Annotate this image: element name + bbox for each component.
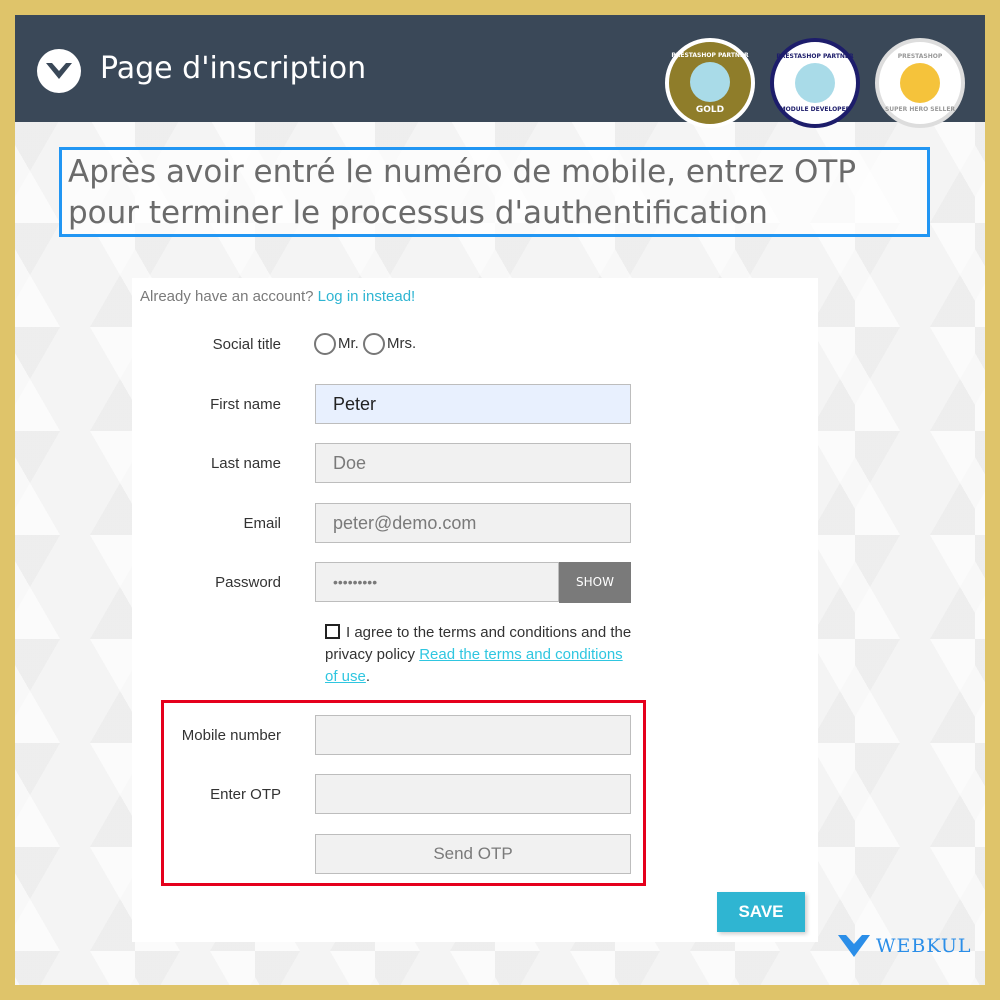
terms-agreement: I agree to the terms and conditions and … (325, 624, 632, 685)
save-button[interactable]: SAVE (717, 892, 805, 932)
first-name-input[interactable]: Peter (315, 384, 631, 424)
social-title-options: Mr. Mrs. (314, 333, 416, 355)
page-title: Page d'inscription (100, 51, 367, 86)
otp-input[interactable] (315, 774, 631, 814)
module-developer-badge: PRESTASHOP PARTNER MODULE DEVELOPER (770, 38, 860, 128)
social-title-label: Social title (212, 336, 281, 353)
first-name-label: First name (210, 396, 281, 413)
header: Page d'inscription PRESTASHOP PARTNER GOL… (15, 15, 985, 128)
info-banner: Après avoir entré le numéro de mobile, e… (59, 147, 930, 237)
last-name-label: Last name (210, 455, 281, 472)
mobile-number-label: Mobile number (181, 727, 281, 744)
registration-form: Already have an account? Log in instead!… (132, 278, 818, 942)
password-input[interactable]: ••••••••• (315, 562, 559, 602)
show-password-button[interactable]: SHOW (559, 562, 631, 603)
terms-checkbox[interactable] (325, 624, 340, 639)
send-otp-button[interactable]: Send OTP (315, 834, 631, 874)
webkul-logo-icon (838, 935, 870, 957)
mrs-radio[interactable] (363, 333, 386, 355)
webkul-brand: WEBKUL (838, 935, 972, 957)
otp-label: Enter OTP (210, 786, 281, 803)
mobile-number-input[interactable] (315, 715, 631, 755)
email-label: Email (243, 515, 281, 532)
mr-radio[interactable] (314, 333, 336, 355)
partner-gold-badge: PRESTASHOP PARTNER GOLD (665, 38, 755, 128)
super-hero-seller-badge: PRESTASHOP SUPER HERO SELLER (875, 38, 965, 128)
login-prompt: Already have an account? Log in instead! (140, 288, 416, 305)
webkul-logo (37, 49, 81, 93)
last-name-input[interactable]: Doe (315, 443, 631, 483)
login-link[interactable]: Log in instead! (318, 288, 416, 305)
password-label: Password (215, 574, 281, 591)
email-input[interactable]: peter@demo.com (315, 503, 631, 543)
